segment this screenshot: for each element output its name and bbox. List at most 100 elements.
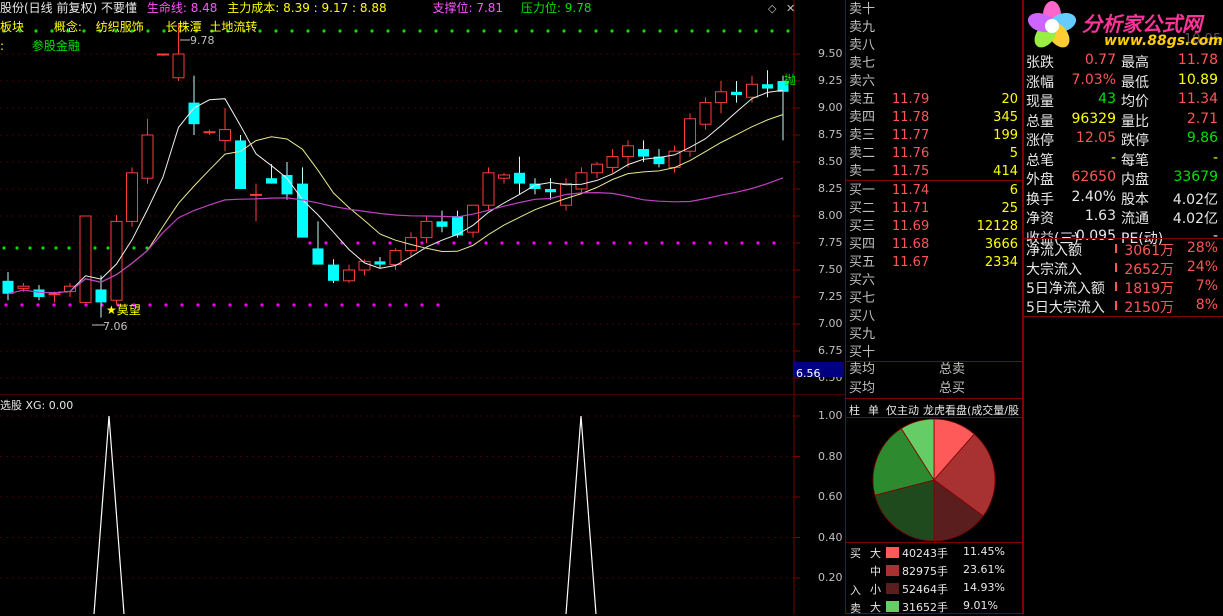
buy-level-price[interactable]: 11.71 [892, 199, 929, 218]
stat-label-left: 涨停 [1026, 133, 1054, 149]
support-dot-magenta [548, 241, 552, 245]
stat-label-left: 涨幅 [1026, 74, 1054, 91]
sell-level-price[interactable]: 11.78 [892, 108, 929, 127]
pressure-dot [322, 29, 326, 33]
buy-level-price[interactable]: 11.69 [892, 217, 929, 236]
stat-value-left: 1.63 [1084, 208, 1116, 224]
pressure-dot [674, 29, 678, 33]
y-tick-label: 7.50 [818, 263, 843, 276]
buy-level-label: 买六 [849, 273, 876, 288]
stat-value-right: 11.34 [1177, 91, 1218, 107]
flow-value: 2652万 [1124, 262, 1174, 278]
flow-value: 1819万 [1124, 281, 1174, 297]
flow-row: 净流入额 3061万 28% [1024, 240, 1222, 259]
pressure-dot [466, 29, 470, 33]
total-sell-label: 总卖 [939, 362, 966, 377]
buy-level-price[interactable]: 11.74 [892, 181, 929, 200]
bottom-dot [308, 303, 312, 307]
sub-y-tick-label: 0.80 [818, 449, 843, 463]
candle-body-down [762, 84, 773, 89]
stat-value-right: 4.02亿 [1172, 211, 1218, 227]
stat-label-right: 股本 [1121, 191, 1149, 208]
bottom-dot [196, 303, 200, 307]
candle-body-up [17, 285, 30, 289]
candle-body-up [343, 269, 355, 282]
tab-dragon-tiger[interactable]: 龙虎看盘(成交量/股 [923, 402, 1023, 418]
support-dot-magenta [564, 241, 568, 245]
stat-label-left: 总笔 [1026, 152, 1054, 169]
legend-row: 中 82975手 23.61% [846, 563, 1022, 580]
sell-level-price[interactable]: 11.75 [892, 162, 929, 181]
stat-label-left: 张跌 [1026, 55, 1054, 71]
ma5-line [38, 89, 784, 294]
candle-body-up [715, 91, 727, 104]
candle-body-down [235, 140, 246, 189]
candle-body-down [95, 289, 107, 303]
support-dot [54, 246, 58, 250]
support-dot-magenta [644, 241, 648, 245]
buy-level-label: 买三 [849, 219, 876, 234]
support-dot-magenta [708, 241, 712, 245]
main-chart-panel[interactable] [0, 0, 845, 395]
tab-bar-chart[interactable]: 柱 [849, 402, 860, 418]
tab-bar: 柱 单 仅主动 龙虎看盘(成交量/股 [845, 398, 1023, 418]
sell-level-volume: 345 [993, 110, 1018, 125]
candle-body-down [2, 280, 14, 294]
sub-chart-panel[interactable] [0, 396, 845, 614]
sell-level-price[interactable]: 11.76 [892, 144, 929, 163]
candle-body-up [498, 174, 510, 179]
pie-panel [845, 418, 1023, 542]
buy-level-price[interactable]: 11.68 [892, 235, 929, 254]
support-dot-magenta [420, 241, 424, 245]
sell-level-label: 卖二 [849, 146, 876, 161]
buy-level-volume: 3666 [984, 237, 1018, 252]
concept-changzhutan[interactable]: 长株潭 [166, 20, 202, 34]
pressure-dot [450, 29, 454, 33]
support-dot-magenta [740, 241, 744, 245]
legend-size: 大 [870, 601, 881, 614]
candle-body-up [389, 250, 402, 266]
y-tick-label: 9.50 [818, 47, 843, 60]
avg-sell-label: 卖均 [849, 362, 876, 377]
stat-label-right: 均价 [1121, 94, 1149, 110]
tab-single[interactable]: 单 [868, 402, 879, 418]
bottom-dot [420, 303, 424, 307]
sell-level-price[interactable]: 11.77 [892, 126, 929, 145]
legend-swatch [886, 565, 899, 576]
support-dot-magenta [356, 241, 360, 245]
buy-level-price[interactable]: 11.67 [892, 253, 929, 272]
stat-value-left: 0.77 [1084, 52, 1116, 68]
sell-level-volume: 199 [993, 128, 1018, 143]
concept-land-transfer[interactable]: 土地流转 [209, 20, 257, 34]
support-dot-magenta [724, 241, 728, 245]
flow-label: 净流入额 [1026, 243, 1082, 259]
diamond-icon[interactable]: ◇ [768, 2, 776, 15]
stat-label-right: 量比 [1121, 113, 1149, 130]
sector-label[interactable]: 板块 [0, 20, 24, 34]
legend-pct: 23.61% [963, 563, 1005, 576]
flow-bar-icon [1115, 244, 1117, 253]
close-icon[interactable]: ✕ [786, 2, 795, 15]
sub-y-tick-label: 0.60 [818, 490, 843, 503]
flower-logo-icon [1027, 1, 1077, 48]
support-dot-magenta [308, 241, 312, 245]
indicator-chart[interactable] [0, 396, 845, 614]
kline-chart[interactable] [0, 0, 845, 395]
stat-label-left: 现量 [1026, 94, 1054, 110]
bottom-dot [292, 303, 296, 307]
y-tick-label: 7.25 [818, 290, 843, 303]
support-dot-magenta [580, 241, 584, 245]
legend-volume: 40243手 [902, 547, 948, 560]
bottom-dot [372, 303, 376, 307]
support-dot-magenta [596, 241, 600, 245]
concept-finance[interactable]: 参股金融 [32, 39, 80, 53]
sell-level-price[interactable]: 11.79 [892, 90, 929, 109]
main-cost-values: 8.39 : 9.17 : 8.88 [283, 1, 387, 15]
support-dot [15, 246, 19, 250]
total-buy-label: 总买 [939, 381, 966, 396]
candle-body-down [638, 149, 649, 157]
stat-label-right: 流通 [1121, 211, 1149, 227]
concept-textile[interactable]: 纺织服饰 [96, 20, 144, 34]
tab-active-only[interactable]: 仅主动 [886, 402, 919, 418]
ma10-line [54, 114, 784, 294]
